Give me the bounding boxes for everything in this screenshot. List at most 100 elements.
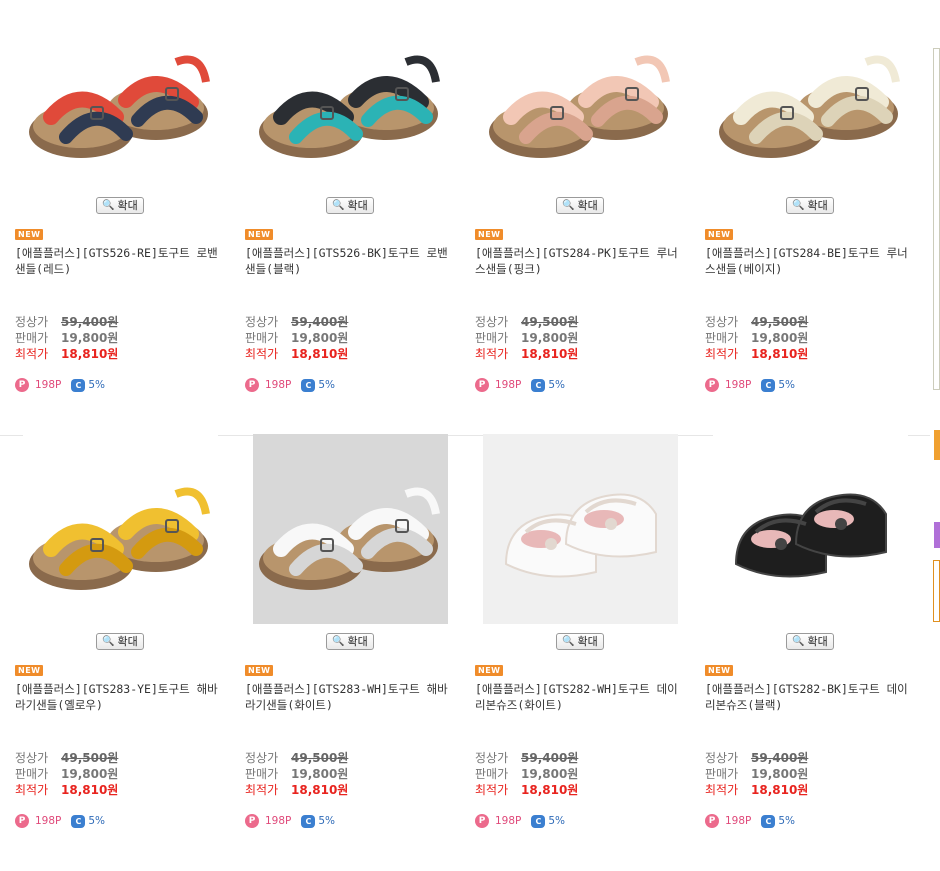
zoom-label: 확대 [807,199,828,212]
sidebar-tab[interactable] [934,522,940,548]
sale-price-label: 판매가 [245,767,279,781]
right-sidebar-strip [932,0,940,839]
price-block: 정상가 59,400원 판매가 19,800원 최적가 18,810원 [705,750,808,798]
zoom-label: 확대 [347,635,368,648]
product-card: 🔍 확대 NEW [애플플러스][GTS282-BK]토구트 데이리본슈즈(블랙… [705,434,920,868]
price-block: 정상가 49,500원 판매가 19,800원 최적가 18,810원 [245,750,348,798]
best-price: 18,810원 [751,347,809,361]
list-price: 49,500원 [61,751,119,765]
points-value: 198P [725,815,752,827]
sidebar-tab[interactable] [934,430,940,460]
sale-price: 19,800원 [291,767,349,781]
product-image[interactable] [253,434,448,624]
product-row: 🔍 확대 NEW [애플플러스][GTS283-YE]토구트 해바라기샌들(옐로… [0,434,930,871]
price-block: 정상가 49,500원 판매가 19,800원 최적가 18,810원 [705,314,808,362]
product-image[interactable] [483,434,678,624]
product-card: 🔍 확대 NEW [애플플러스][GTS283-YE]토구트 해바라기샌들(옐로… [15,434,230,868]
best-price: 18,810원 [61,347,119,361]
coupon-icon: C [71,814,86,828]
coupon-value: 5% [318,379,336,391]
sale-price-label: 판매가 [705,331,739,345]
product-card: 🔍 확대 NEW [애플플러스][GTS284-BE]토구트 루너스샌들(베이지… [705,0,920,432]
price-block: 정상가 49,500원 판매가 19,800원 최적가 18,810원 [475,314,578,362]
product-title[interactable]: [애플플러스][GTS282-WH]토구트 데이리본슈즈(화이트) [475,681,685,713]
benefit-badges: P 198P C 5% [705,814,795,828]
sidebar-banner[interactable] [933,560,940,622]
product-image[interactable] [23,434,218,624]
product-title[interactable]: [애플플러스][GTS284-PK]토구트 루너스샌들(핑크) [475,245,685,277]
product-image[interactable] [253,2,448,192]
sale-price-label: 판매가 [15,767,49,781]
product-title[interactable]: [애플플러스][GTS283-YE]토구트 해바라기샌들(옐로우) [15,681,225,713]
sale-price-label: 판매가 [245,331,279,345]
points-value: 198P [725,379,752,391]
best-price: 18,810원 [751,783,809,797]
new-badge: NEW [705,665,734,676]
price-block: 정상가 59,400원 판매가 19,800원 최적가 18,810원 [245,314,348,362]
product-image[interactable] [483,2,678,192]
sale-price-label: 판매가 [15,331,49,345]
list-price-label: 정상가 [475,751,509,765]
product-title[interactable]: [애플플러스][GTS526-BK]토구트 로밴샌들(블랙) [245,245,455,277]
coupon-icon: C [761,378,776,392]
zoom-label: 확대 [577,199,598,212]
sale-price: 19,800원 [751,767,809,781]
product-title[interactable]: [애플플러스][GTS282-BK]토구트 데이리본슈즈(블랙) [705,681,915,713]
price-block: 정상가 59,400원 판매가 19,800원 최적가 18,810원 [15,314,118,362]
best-price-label: 최적가 [15,347,49,361]
benefit-badges: P 198P C 5% [475,378,565,392]
list-price-label: 정상가 [705,751,739,765]
product-card: 🔍 확대 NEW [애플플러스][GTS283-WH]토구트 해바라기샌들(화이… [245,434,460,868]
coupon-icon: C [531,378,546,392]
product-image[interactable] [713,2,908,192]
zoom-button[interactable]: 🔍 확대 [96,633,144,650]
best-price: 18,810원 [291,347,349,361]
coupon-value: 5% [548,815,566,827]
new-badge: NEW [15,229,44,240]
magnifier-icon: 🔍 [102,636,115,647]
zoom-label: 확대 [577,635,598,648]
zoom-button[interactable]: 🔍 확대 [326,633,374,650]
sale-price: 19,800원 [521,331,579,345]
zoom-button[interactable]: 🔍 확대 [556,197,604,214]
product-row: 🔍 확대 NEW [애플플러스][GTS526-RE]토구트 로밴샌들(레드) … [0,0,930,435]
zoom-button[interactable]: 🔍 확대 [786,197,834,214]
product-image[interactable] [23,2,218,192]
best-price: 18,810원 [521,347,579,361]
best-price-label: 최적가 [245,347,279,361]
zoom-button[interactable]: 🔍 확대 [326,197,374,214]
product-title[interactable]: [애플플러스][GTS526-RE]토구트 로밴샌들(레드) [15,245,225,277]
zoom-button[interactable]: 🔍 확대 [556,633,604,650]
new-badge: NEW [245,229,274,240]
coupon-value: 5% [88,379,106,391]
zoom-label: 확대 [117,635,138,648]
zoom-button[interactable]: 🔍 확대 [786,633,834,650]
zoom-button[interactable]: 🔍 확대 [96,197,144,214]
sidebar-banner[interactable] [933,48,940,390]
list-price-label: 정상가 [15,315,49,329]
price-block: 정상가 59,400원 판매가 19,800원 최적가 18,810원 [475,750,578,798]
coupon-icon: C [301,814,316,828]
sale-price: 19,800원 [291,331,349,345]
list-price-label: 정상가 [245,315,279,329]
sale-price: 19,800원 [751,331,809,345]
list-price-label: 정상가 [705,315,739,329]
magnifier-icon: 🔍 [562,200,575,211]
list-price: 49,500원 [751,315,809,329]
benefit-badges: P 198P C 5% [245,378,335,392]
product-image[interactable] [713,434,908,624]
product-title[interactable]: [애플플러스][GTS284-BE]토구트 루너스샌들(베이지) [705,245,915,277]
product-title[interactable]: [애플플러스][GTS283-WH]토구트 해바라기샌들(화이트) [245,681,455,713]
coupon-icon: C [531,814,546,828]
points-value: 198P [265,815,292,827]
product-card: 🔍 확대 NEW [애플플러스][GTS282-WH]토구트 데이리본슈즈(화이… [475,434,690,868]
best-price: 18,810원 [61,783,119,797]
zoom-label: 확대 [807,635,828,648]
magnifier-icon: 🔍 [102,200,115,211]
magnifier-icon: 🔍 [792,200,805,211]
sale-price: 19,800원 [521,767,579,781]
sale-price-label: 판매가 [475,767,509,781]
points-value: 198P [495,815,522,827]
points-value: 198P [35,379,62,391]
magnifier-icon: 🔍 [562,636,575,647]
